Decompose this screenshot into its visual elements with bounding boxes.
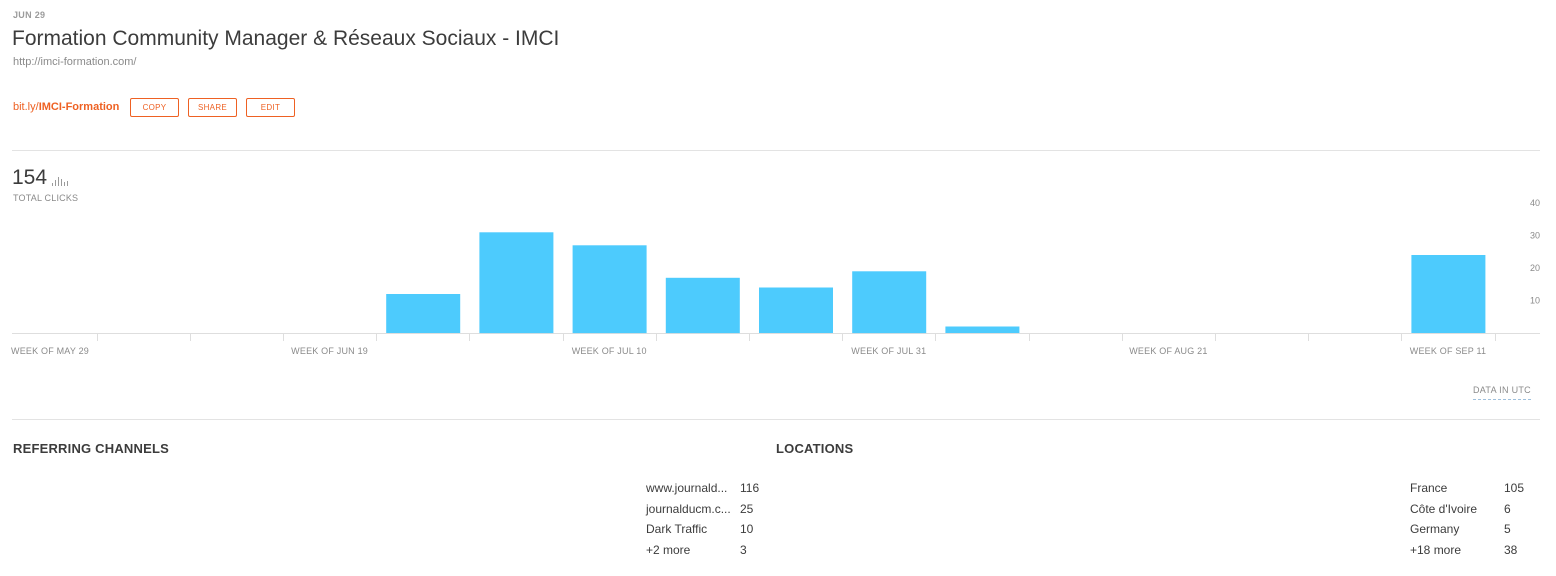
- referring-channels-title: REFERRING CHANNELS: [13, 441, 169, 456]
- x-tick-label: WEEK OF JUN 19: [291, 346, 368, 356]
- long-url[interactable]: http://imci-formation.com/: [13, 56, 136, 68]
- y-tick-label: 30: [1530, 231, 1540, 241]
- referrer-label[interactable]: Dark Traffic: [646, 522, 707, 536]
- total-clicks-count: 154: [12, 166, 48, 189]
- bar-15[interactable]: [1411, 255, 1486, 333]
- location-label[interactable]: +18 more: [1410, 543, 1461, 557]
- bar-chart-icon[interactable]: [52, 177, 70, 186]
- bar-9[interactable]: [852, 271, 927, 334]
- referrer-label[interactable]: www.journald...: [646, 481, 727, 495]
- bar-4[interactable]: [386, 294, 461, 333]
- share-button[interactable]: SHARE: [188, 98, 237, 117]
- short-link-slug: IMCI-Formation: [38, 101, 120, 113]
- copy-button[interactable]: COPY: [130, 98, 179, 117]
- bar-6[interactable]: [572, 245, 647, 334]
- referrer-label[interactable]: journalducm.c...: [646, 502, 731, 516]
- location-value: 6: [1504, 501, 1511, 516]
- location-label[interactable]: Germany: [1410, 522, 1459, 536]
- link-date: JUN 29: [13, 10, 46, 20]
- location-label[interactable]: France: [1410, 481, 1447, 495]
- referrer-value: 116: [740, 481, 760, 495]
- section-divider: [12, 419, 1540, 420]
- link-title: Formation Community Manager & Réseaux So…: [12, 27, 560, 50]
- referrer-value: 25: [740, 501, 754, 516]
- edit-button[interactable]: EDIT: [246, 98, 295, 117]
- referrer-value: 10: [740, 522, 754, 537]
- short-link[interactable]: bit.ly/IMCI-Formation: [13, 101, 119, 113]
- y-tick-label: 40: [1530, 198, 1540, 208]
- x-tick-label: WEEK OF AUG 21: [1129, 346, 1207, 356]
- data-in-utc-note[interactable]: DATA IN UTC: [1473, 385, 1531, 400]
- bar-5[interactable]: [479, 232, 554, 334]
- location-label[interactable]: Côte d'Ivoire: [1410, 502, 1477, 516]
- locations-title: LOCATIONS: [776, 441, 854, 456]
- referrer-value: 3: [740, 543, 747, 558]
- x-tick-label: WEEK OF JUL 31: [851, 346, 926, 356]
- referrer-label[interactable]: +2 more: [646, 543, 690, 557]
- clicks-bar-chart: WEEK OF MAY 29 WEEK OF JUN 19 WEEK OF JUL …: [11, 198, 1540, 356]
- x-tick-label: WEEK OF SEP 11: [1410, 346, 1487, 356]
- bar-10[interactable]: [945, 326, 1020, 334]
- x-tick-label: WEEK OF MAY 29: [11, 346, 89, 356]
- header-divider: [12, 150, 1540, 151]
- x-tick-label: WEEK OF JUL 10: [572, 346, 647, 356]
- location-value: 5: [1504, 522, 1511, 537]
- location-value: 105: [1504, 481, 1525, 495]
- bar-7[interactable]: [665, 277, 740, 334]
- short-link-domain: bit.ly/: [13, 101, 39, 113]
- location-value: 38: [1504, 543, 1518, 558]
- y-tick-label: 10: [1530, 296, 1540, 306]
- y-tick-label: 20: [1530, 263, 1540, 273]
- bar-8[interactable]: [759, 287, 833, 334]
